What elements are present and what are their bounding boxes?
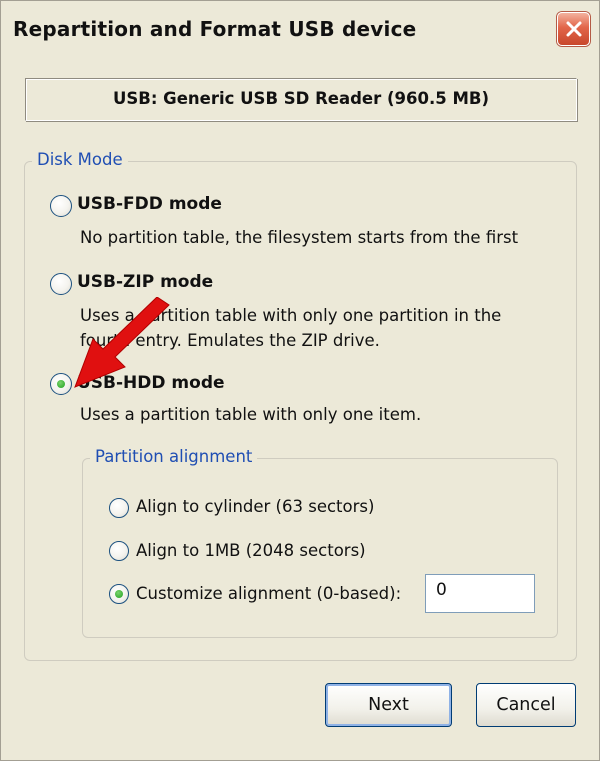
- window-title: Repartition and Format USB device: [13, 17, 417, 41]
- align-custom-radio[interactable]: [109, 584, 129, 604]
- align-1mb-label[interactable]: Align to 1MB (2048 sectors): [136, 541, 366, 560]
- dialog-window: Repartition and Format USB device USB: G…: [0, 0, 600, 761]
- usb-zip-label[interactable]: USB-ZIP mode: [77, 272, 213, 292]
- partition-alignment-legend: Partition alignment: [90, 447, 258, 466]
- align-cylinder-radio[interactable]: [109, 498, 129, 518]
- next-button[interactable]: Next: [325, 683, 452, 727]
- close-button[interactable]: [557, 12, 590, 46]
- usb-fdd-description: No partition table, the filesystem start…: [80, 228, 519, 247]
- align-cylinder-label[interactable]: Align to cylinder (63 sectors): [136, 497, 374, 516]
- align-custom-label[interactable]: Customize alignment (0-based):: [136, 584, 401, 603]
- cancel-button[interactable]: Cancel: [476, 683, 576, 727]
- usb-zip-radio[interactable]: [50, 273, 72, 295]
- title-bar: Repartition and Format USB device: [1, 1, 599, 61]
- usb-fdd-label[interactable]: USB-FDD mode: [77, 194, 222, 214]
- device-label: USB: Generic USB SD Reader (960.5 MB): [112, 89, 490, 108]
- close-icon: [566, 21, 582, 37]
- disk-mode-legend: Disk Mode: [32, 150, 128, 169]
- usb-fdd-radio[interactable]: [50, 195, 72, 217]
- red-arrow-icon: [74, 297, 170, 388]
- device-info-box: USB: Generic USB SD Reader (960.5 MB): [25, 78, 577, 121]
- align-1mb-radio[interactable]: [109, 541, 129, 561]
- custom-alignment-input[interactable]: 0: [425, 574, 535, 613]
- usb-hdd-description: Uses a partition table with only one ite…: [80, 405, 422, 424]
